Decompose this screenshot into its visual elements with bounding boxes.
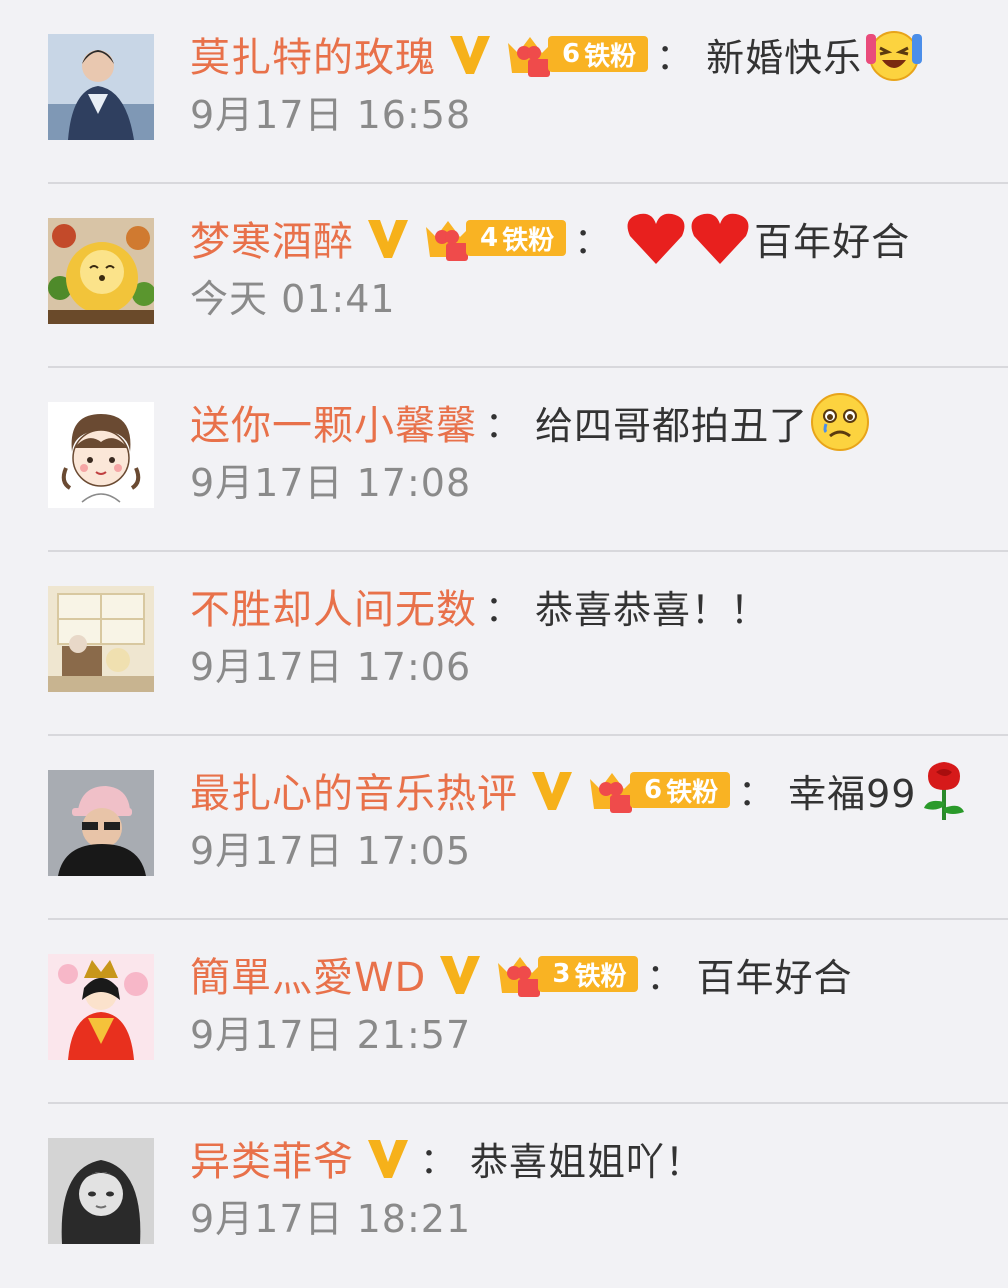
fan-level: 6: [644, 775, 663, 805]
fan-level: 3: [552, 959, 571, 989]
comment-item[interactable]: 送你一颗小馨馨 ： 给四哥都拍丑了 9月17日 17:08: [0, 368, 1008, 552]
comment-text: 百年好合: [754, 219, 911, 264]
user-avatar[interactable]: [48, 954, 154, 1060]
timestamp: 今天 01:41: [190, 277, 396, 321]
username[interactable]: 最扎心的音乐热评: [190, 761, 518, 819]
verified-v-icon: [436, 950, 484, 998]
username[interactable]: 梦寒酒醉: [190, 209, 354, 267]
user-avatar[interactable]: [48, 402, 154, 508]
colon: ：: [420, 1141, 457, 1182]
username[interactable]: 莫扎特的玫瑰: [190, 25, 436, 83]
fan-badge[interactable]: 6 铁粉: [502, 32, 649, 77]
username[interactable]: 异类菲爷: [190, 1129, 354, 1187]
laughing-tears-emoji: [862, 22, 926, 86]
timestamp: 9月17日 21:57: [190, 1013, 472, 1057]
user-avatar[interactable]: [48, 34, 154, 140]
comment-item[interactable]: 莫扎特的玫瑰 6 铁粉 ： 新婚快乐 9月17日 16:58: [0, 0, 1008, 184]
timestamp: 9月17日 17:08: [190, 461, 472, 505]
fan-label: 铁粉: [584, 41, 637, 72]
colon: ：: [485, 405, 522, 446]
comment-text: 百年好合: [696, 955, 853, 1000]
fan-level: 6: [562, 39, 581, 69]
fan-label: 铁粉: [574, 961, 627, 992]
comment-text: 恭喜恭喜！！: [535, 587, 770, 632]
fan-level: 4: [480, 223, 499, 253]
fan-badge[interactable]: 6 铁粉: [584, 768, 731, 813]
colon: ：: [738, 773, 775, 814]
fan-badge[interactable]: 3 铁粉: [492, 952, 639, 997]
comment-item[interactable]: 异类菲爷 ： 恭喜姐姐吖！ 9月17日 18:21: [0, 1104, 1008, 1288]
comment-text: 恭喜姐姐吖！: [470, 1139, 705, 1184]
comment-text: 新婚快乐: [706, 35, 863, 80]
user-avatar[interactable]: [48, 218, 154, 324]
sad-tears-emoji: [808, 390, 872, 454]
username[interactable]: 簡單灬愛WD: [190, 945, 426, 1003]
comment-item[interactable]: 簡單灬愛WD 3 铁粉 ： 百年好合 9月17日 21:57: [0, 920, 1008, 1104]
colon: ：: [646, 957, 683, 998]
fan-badge[interactable]: 4 铁粉: [420, 216, 567, 261]
verified-v-icon: [364, 214, 412, 262]
colon: ：: [574, 221, 611, 262]
fan-label: 铁粉: [666, 777, 719, 808]
two-red-hearts-emoji: [624, 206, 754, 270]
verified-v-icon: [446, 30, 494, 78]
timestamp: 9月17日 18:21: [190, 1197, 472, 1241]
verified-v-icon: [364, 1134, 412, 1182]
fan-label: 铁粉: [502, 225, 555, 256]
colon: ：: [656, 37, 693, 78]
colon: ：: [485, 589, 522, 630]
verified-v-icon: [528, 766, 576, 814]
timestamp: 9月17日 17:06: [190, 645, 472, 689]
timestamp: 9月17日 16:58: [190, 93, 472, 137]
user-avatar[interactable]: [48, 770, 154, 876]
comment-item[interactable]: 梦寒酒醉 4 铁粉 ： 百年好合 今天 01:41: [0, 184, 1008, 368]
comment-item[interactable]: 最扎心的音乐热评 6 铁粉 ： 幸福99 9月17日 17:05: [0, 736, 1008, 920]
comment-text: 幸福99: [788, 771, 917, 816]
comment-text: 给四哥都拍丑了: [535, 403, 809, 448]
username[interactable]: 不胜却人间无数: [190, 577, 477, 635]
comment-list: 莫扎特的玫瑰 6 铁粉 ： 新婚快乐 9月17日 16:58 梦寒酒醉 4 铁粉…: [0, 0, 1008, 1262]
user-avatar[interactable]: [48, 1138, 154, 1244]
timestamp: 9月17日 17:05: [190, 829, 472, 873]
username[interactable]: 送你一颗小馨馨: [190, 393, 477, 451]
user-avatar[interactable]: [48, 586, 154, 692]
rose-emoji: [916, 758, 972, 822]
comment-item[interactable]: 不胜却人间无数 ： 恭喜恭喜！！ 9月17日 17:06: [0, 552, 1008, 736]
